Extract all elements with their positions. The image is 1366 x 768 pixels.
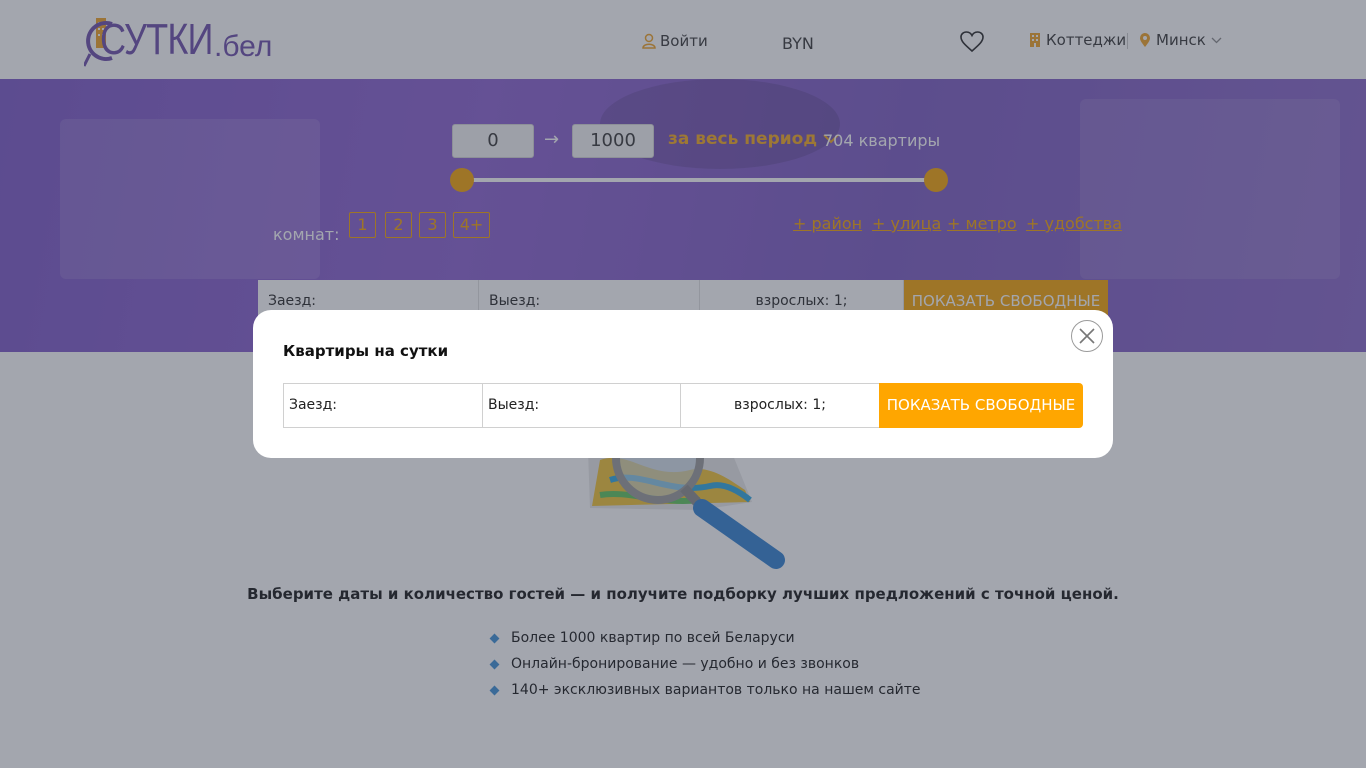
search-modal: Квартиры на сутки Заезд: Выезд: взрослых… xyxy=(253,310,1113,458)
checkin-field[interactable]: Заезд: xyxy=(283,383,483,428)
modal-search-form: Заезд: Выезд: взрослых: 1; ПОКАЗАТЬ СВОБ… xyxy=(283,383,1083,428)
guests-field[interactable]: взрослых: 1; xyxy=(680,383,880,428)
modal-title: Квартиры на сутки xyxy=(283,342,449,360)
close-icon xyxy=(1079,328,1095,344)
modal-close-button[interactable] xyxy=(1071,320,1103,352)
show-available-button[interactable]: ПОКАЗАТЬ СВОБОДНЫЕ xyxy=(879,383,1083,428)
checkout-field[interactable]: Выезд: xyxy=(482,383,681,428)
